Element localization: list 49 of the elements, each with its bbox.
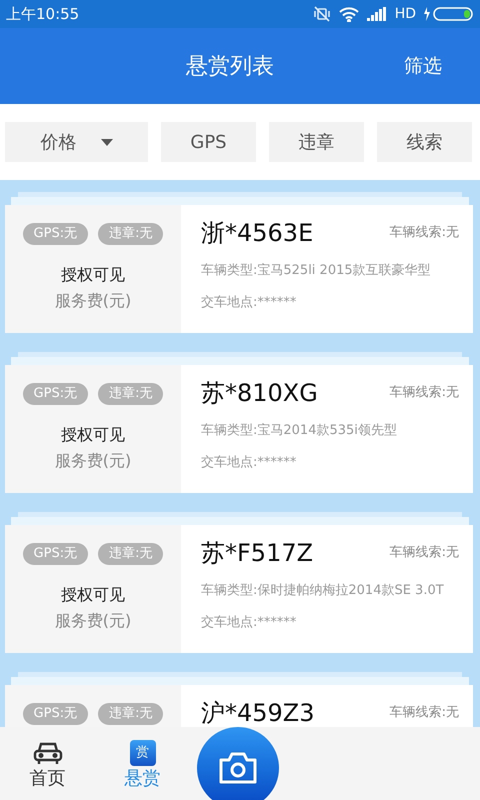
dropdown-caret-icon: [100, 138, 112, 146]
reward-card[interactable]: GPS:无 违章:无 授权可见 服务费(元) 苏*F517Z 车辆线索:无 车辆类型:保时捷帕纳梅拉2014款SE 3.0T 交车地点:******: [5, 525, 473, 653]
delivery-location: 交车地点:******: [201, 454, 298, 472]
reward-icon: 赏: [130, 740, 156, 766]
clue-label: 车辆线索:无: [390, 704, 459, 722]
nav-tab[interactable]: 首页: [0, 727, 95, 800]
status-tag: GPS:无: [22, 543, 88, 565]
page-title: 悬赏列表: [186, 52, 274, 80]
nav-tab[interactable]: 赏 悬赏: [95, 727, 190, 800]
filter-button[interactable]: 筛选: [404, 52, 442, 80]
plate-number: 浙*4563E: [201, 219, 314, 247]
fee-label: 服务费(元): [54, 290, 132, 312]
delivery-location: 交车地点:******: [201, 294, 298, 312]
filter-tab[interactable]: GPS: [161, 122, 256, 162]
clue-label: 车辆线索:无: [390, 224, 459, 242]
vehicle-type: 车辆类型:宝马2014款535i领先型: [201, 422, 398, 440]
vehicle-type: 车辆类型:宝马525li 2015款互联豪华型: [201, 262, 432, 280]
vehicle-type: 车辆类型:保时捷帕纳梅拉2014款SE 3.0T: [201, 582, 445, 600]
status-tag: GPS:无: [22, 703, 88, 725]
reward-card[interactable]: GPS:无 违章:无 授权可见 服务费(元) 浙*4563E 车辆线索:无 车辆类型:宝马525li 2015款互联豪华型 交车地点:******: [5, 205, 473, 333]
wifi-icon: [338, 6, 359, 22]
visibility-label: 授权可见: [61, 584, 125, 606]
visibility-label: 授权可见: [61, 424, 125, 446]
fee-label: 服务费(元): [54, 450, 132, 472]
vibrate-icon: [312, 6, 331, 22]
status-tag: GPS:无: [22, 223, 88, 245]
delivery-location: 交车地点:******: [201, 614, 298, 632]
filter-tab[interactable]: 线索: [377, 122, 472, 162]
signal-icon: [366, 7, 387, 21]
status-tag: 违章:无: [98, 383, 164, 405]
battery-icon: [424, 6, 474, 22]
plate-number: 苏*F517Z: [201, 539, 314, 567]
camera-icon: [218, 751, 258, 785]
reward-card[interactable]: GPS:无 违章:无 授权可见 服务费(元) 苏*810XG 车辆线索:无 车辆类型:宝马2014款535i领先型 交车地点:******: [5, 365, 473, 493]
clock-text: 上午10:55: [6, 4, 80, 25]
plate-number: 沪*459Z3: [201, 699, 315, 727]
network-label: HD: [394, 4, 416, 24]
fee-label: 服务费(元): [54, 610, 132, 632]
filter-tab[interactable]: 违章: [269, 122, 364, 162]
status-tag: 违章:无: [98, 703, 164, 725]
visibility-label: 授权可见: [61, 264, 125, 286]
clue-label: 车辆线索:无: [390, 544, 459, 562]
status-tag: 违章:无: [98, 223, 164, 245]
status-tag: GPS:无: [22, 383, 88, 405]
filter-tab[interactable]: 价格: [5, 122, 148, 162]
clue-label: 车辆线索:无: [390, 384, 459, 402]
status-tag: 违章:无: [98, 543, 164, 565]
plate-number: 苏*810XG: [201, 379, 318, 407]
reward-card[interactable]: GPS:无 违章:无 沪*459Z3 车辆线索:无: [5, 685, 473, 727]
